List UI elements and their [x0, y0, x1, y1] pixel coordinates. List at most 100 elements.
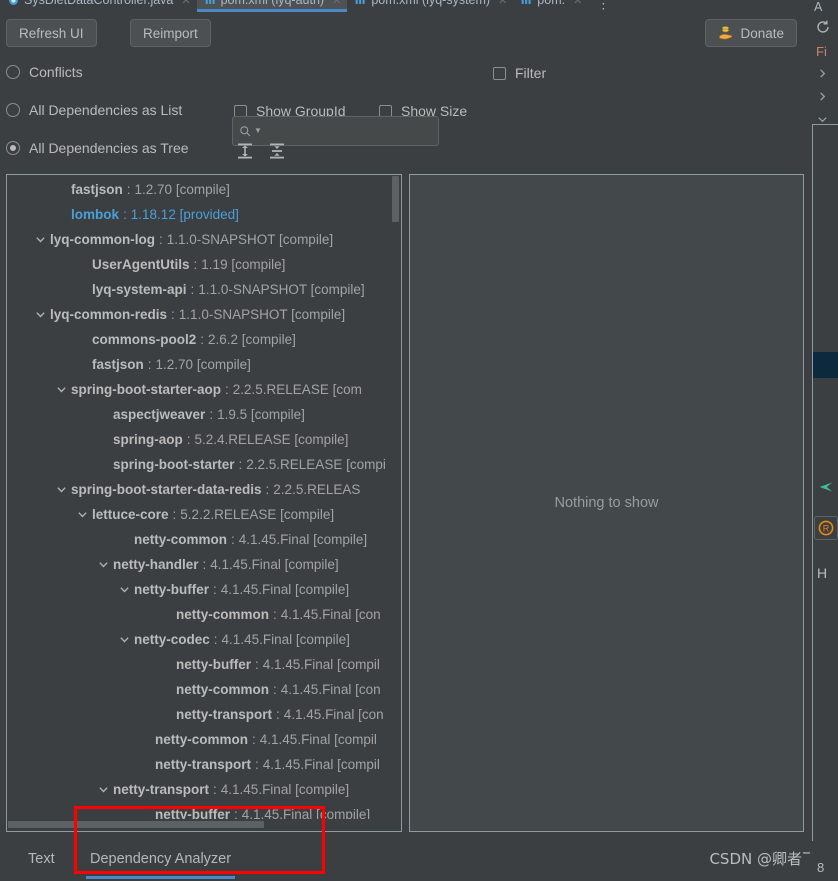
donate-button[interactable]: Donate	[705, 19, 797, 47]
maven-tool-window-strip: A Fi R H 8	[810, 0, 838, 881]
editor-tab-2[interactable]: pom.xml (lyq-system) ✕	[347, 0, 513, 12]
scrollbar-thumb[interactable]	[8, 821, 264, 828]
editor-tab-0[interactable]: SysDietDataController.java ✕	[0, 0, 197, 12]
tree-row[interactable]: spring-boot-starter-data-redis:2.2.5.REL…	[7, 477, 391, 502]
chevron-down-icon[interactable]	[53, 382, 69, 398]
tree-row[interactable]: netty-codec:4.1.45.Final [compile]	[7, 627, 391, 652]
tree-row[interactable]: spring-boot-starter-aop:2.2.5.RELEASE [c…	[7, 377, 391, 402]
tree-version-scope: 4.1.45.Final [con	[280, 607, 381, 622]
tree-row[interactable]: netty-handler:4.1.45.Final [compile]	[7, 552, 391, 577]
scrollbar-thumb[interactable]	[392, 176, 399, 222]
right-tree-node-0[interactable]	[810, 62, 838, 85]
run-icon-button[interactable]: R	[814, 516, 838, 540]
tree-row[interactable]: spring-aop:5.2.4.RELEASE [compile]	[7, 427, 391, 452]
tree-version-scope: 4.1.45.Final [con	[280, 682, 381, 697]
close-icon[interactable]: ✕	[573, 0, 582, 7]
tree-separator: :	[252, 732, 256, 747]
search-input[interactable]	[263, 123, 440, 139]
dependency-tree[interactable]: fastjson:1.2.70 [compile] lombok:1.18.12 …	[7, 175, 391, 819]
tree-horizontal-scrollbar[interactable]	[8, 819, 400, 830]
tree-artifact-name: spring-aop	[113, 432, 183, 447]
tree-row[interactable]: lyq-system-api:1.1.0-SNAPSHOT [compile]	[7, 277, 391, 302]
tree-row[interactable]: fastjson:1.2.70 [compile]	[7, 352, 391, 377]
tree-row[interactable]: netty-buffer:4.1.45.Final [compile]	[7, 802, 391, 819]
tree-separator: :	[190, 282, 195, 297]
refresh-ui-label: Refresh UI	[19, 25, 84, 41]
radio-indicator	[6, 103, 20, 117]
tree-row[interactable]: commons-pool2:2.6.2 [compile]	[7, 327, 391, 352]
tree-version-scope: 2.2.5.RELEASE [compi	[246, 457, 386, 472]
tree-row[interactable]: netty-common:4.1.45.Final [con	[7, 677, 391, 702]
tab-overflow-button[interactable]: ⋮	[588, 0, 618, 12]
tree-version-scope: 2.6.2 [compile]	[208, 332, 296, 347]
tree-separator: :	[273, 682, 277, 697]
tree-row[interactable]: fastjson:1.2.70 [compile]	[7, 177, 391, 202]
maven-icon	[356, 0, 365, 4]
tree-row[interactable]: UserAgentUtils:1.19 [compile]	[7, 252, 391, 277]
tree-row[interactable]: netty-common:4.1.45.Final [compil	[7, 727, 391, 752]
tree-vertical-scrollbar[interactable]	[391, 176, 400, 818]
maven-toolbar: Refresh UI Reimport Donate	[0, 12, 810, 54]
tree-row[interactable]: netty-common:4.1.45.Final [con	[7, 602, 391, 627]
checkbox-filter[interactable]: Filter	[493, 65, 546, 81]
tree-separator: :	[171, 307, 175, 322]
chevron-down-icon[interactable]	[95, 557, 111, 573]
tree-row[interactable]: lyq-common-log:1.1.0-SNAPSHOT [compile]	[7, 227, 391, 252]
right-tree-node-1[interactable]	[810, 85, 838, 108]
tab-dependency-analyzer[interactable]: Dependency Analyzer	[85, 844, 236, 879]
tree-row[interactable]: netty-transport:4.1.45.Final [compil	[7, 752, 391, 777]
chevron-down-icon[interactable]	[32, 307, 48, 323]
tree-row[interactable]: aspectjweaver:1.9.5 [compile]	[7, 402, 391, 427]
chevron-down-icon[interactable]	[32, 232, 48, 248]
tab-text[interactable]: Text	[28, 844, 55, 874]
radio-all-dependencies-as-list[interactable]: All Dependencies as List	[6, 102, 182, 118]
chevron-down-icon[interactable]	[74, 507, 90, 523]
arrow-icon[interactable]	[816, 480, 834, 494]
right-tab-fragment[interactable]: A	[810, 0, 838, 14]
radio-indicator	[6, 141, 20, 155]
chevron-down-icon[interactable]: ▼	[254, 127, 262, 135]
view-options: Conflicts Filter All Dependencies as Lis…	[0, 54, 810, 174]
tree-row[interactable]: lombok:1.18.12 [provided]	[7, 202, 391, 227]
chevron-right-icon[interactable]	[817, 91, 828, 102]
tree-artifact-name: netty-transport	[155, 757, 252, 772]
close-icon[interactable]: ✕	[332, 0, 341, 7]
tree-version-scope: 5.2.4.RELEASE [compile]	[194, 432, 349, 447]
right-tree: Fi	[810, 42, 838, 131]
tree-row[interactable]: netty-transport:4.1.45.Final [con	[7, 702, 391, 727]
chevron-down-icon[interactable]	[116, 582, 132, 598]
radio-conflicts[interactable]: Conflicts	[6, 64, 83, 80]
expand-all-icon[interactable]	[236, 142, 254, 160]
tree-row[interactable]: netty-transport:4.1.45.Final [compile]	[7, 777, 391, 802]
tree-row[interactable]: netty-buffer:4.1.45.Final [compile]	[7, 577, 391, 602]
tree-separator: :	[126, 182, 131, 197]
tree-artifact-name: lyq-system-api	[92, 282, 187, 297]
chevron-right-icon[interactable]	[817, 68, 828, 79]
editor-tab-1[interactable]: pom.xml (lyq-auth) ✕	[196, 0, 348, 12]
right-selected-row[interactable]	[813, 352, 838, 378]
tree-row[interactable]: lyq-common-redis:1.1.0-SNAPSHOT [compile…	[7, 302, 391, 327]
tree-version-scope: 1.2.70 [compile]	[155, 357, 251, 372]
tree-version-scope: 4.1.45.Final [con	[283, 707, 384, 722]
tree-separator: :	[159, 232, 163, 247]
refresh-ui-button[interactable]: Refresh UI	[6, 19, 97, 47]
editor-tab-3[interactable]: pom. ✕	[513, 0, 588, 12]
tree-row[interactable]: netty-common:4.1.45.Final [compile]	[7, 527, 391, 552]
close-icon[interactable]: ✕	[498, 0, 507, 7]
chevron-down-icon[interactable]	[53, 482, 69, 498]
svg-text:R: R	[823, 524, 830, 534]
tree-row[interactable]: netty-buffer:4.1.45.Final [compil	[7, 652, 391, 677]
reimport-button[interactable]: Reimport	[130, 19, 211, 47]
tree-version-scope: 4.1.45.Final [compil	[262, 657, 380, 672]
tree-row[interactable]: lettuce-core:5.2.2.RELEASE [compile]	[7, 502, 391, 527]
tree-row[interactable]: spring-boot-starter:2.2.5.RELEASE [compi	[7, 452, 391, 477]
close-icon[interactable]: ✕	[181, 0, 190, 7]
tree-separator: :	[213, 782, 217, 797]
tree-separator: :	[225, 382, 229, 397]
radio-all-dependencies-as-tree[interactable]: All Dependencies as Tree	[6, 140, 189, 156]
chevron-down-icon[interactable]	[95, 782, 111, 798]
chevron-down-icon[interactable]	[116, 632, 132, 648]
collapse-all-icon[interactable]	[268, 142, 286, 160]
refresh-icon[interactable]	[815, 19, 831, 35]
tree-artifact-name: lettuce-core	[92, 507, 169, 522]
